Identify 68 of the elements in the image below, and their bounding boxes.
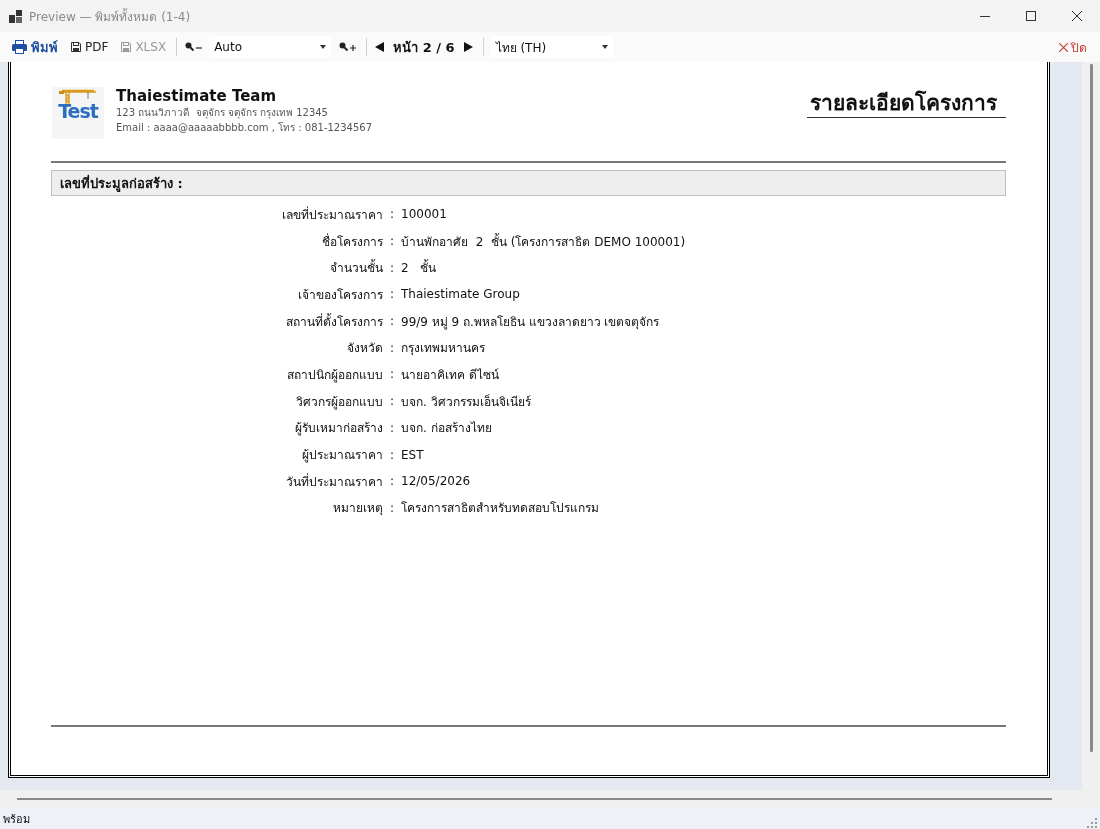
field-value: 100001 — [401, 207, 447, 222]
field-value: นายอาคิเทค ดีไซน์ — [401, 366, 499, 384]
close-preview-button[interactable]: ปิด — [1057, 36, 1089, 58]
field-value: บจก. วิศวกรรมเอ็นจิเนียร์ — [401, 393, 531, 411]
field-label: ผู้ประมาณราคา — [302, 447, 383, 465]
language-select[interactable]: ไทย (TH) — [490, 36, 613, 58]
field-colon: : — [389, 474, 394, 489]
field-label: ชื่อโครงการ — [322, 232, 383, 251]
close-icon — [1072, 11, 1082, 21]
field-label: สถาปนิกผู้ออกแบบ — [287, 366, 383, 384]
field-label: จำนวนชั้น — [330, 258, 383, 278]
caret-icon — [320, 45, 327, 49]
field-value: โครงการสาธิตสำหรับทดสอบโปรแกรม — [401, 500, 599, 518]
minimize-icon — [980, 15, 990, 17]
field-colon: : — [389, 234, 394, 249]
export-button[interactable]: PDF — [69, 36, 111, 58]
field-label: จังหวัด — [347, 340, 383, 358]
field-colon: : — [389, 314, 394, 329]
page-indicator: หน้า 2 / 6 — [393, 38, 455, 57]
field-label: เจ้าของโครงการ — [298, 286, 383, 304]
window-title: Preview — พิมพ์ทั้งหมด (1-4) — [29, 7, 191, 26]
field-colon: : — [389, 207, 394, 222]
report-title: รายละเอียดโครงการ — [807, 91, 1006, 118]
section-title: เลขที่ประมูลก่อสร้าง : — [60, 173, 183, 194]
maximize-icon — [1026, 11, 1036, 21]
field-value: บจก. ก่อสร้างไทย — [401, 420, 492, 438]
field-colon: : — [389, 287, 394, 302]
floppy-icon — [121, 42, 132, 52]
print-button[interactable]: พิมพ์ — [10, 36, 60, 58]
crane-icon — [58, 89, 98, 105]
field-value: กรุงเทพมหานคร — [401, 340, 485, 358]
field-colon: : — [389, 340, 394, 355]
scrollbar-thumb[interactable] — [17, 798, 1052, 800]
resize-grip-icon[interactable] — [1087, 817, 1097, 828]
left-triangle-icon — [375, 42, 385, 52]
field-colon: : — [389, 394, 394, 409]
field-value: 2 ชั้น — [401, 258, 437, 278]
caret-icon — [601, 45, 608, 49]
field-value: 12/05/2026 — [401, 474, 471, 489]
field-colon: : — [389, 260, 394, 275]
field-colon: : — [389, 420, 394, 435]
status-text: พร้อม — [3, 811, 30, 828]
field-label: หมายเหตุ — [333, 500, 383, 518]
field-label: วันที่ประมาณราคา — [286, 472, 383, 491]
close-icon — [1059, 42, 1068, 52]
field-label: ผู้รับเหมาก่อสร้าง — [295, 420, 383, 438]
scrollbar-thumb[interactable] — [1089, 64, 1093, 752]
field-value: บ้านพักอาศัย 2 ชั้น (โครงการสาธิต DEMO 100001) — [401, 232, 686, 251]
field-label: เลขที่ประมาณราคา — [282, 205, 383, 224]
field-value: Thaiestimate Group — [401, 287, 520, 302]
right-triangle-icon — [463, 42, 473, 52]
floppy-icon — [71, 42, 81, 52]
logo-text: Test — [58, 101, 98, 121]
field-value: 99/9 หมู่ 9 ถ.พหลโยธิน แขวงลาดยาว เขตจตุจักร — [401, 313, 660, 331]
zoom-out-icon — [185, 42, 203, 52]
company-address: 123 ถนนวิภาวดี จตุจักร จตุจักร กรุงเทพ 12345 — [116, 106, 329, 120]
zoom-select[interactable]: Auto — [209, 36, 332, 58]
field-label: สถานที่ตั้งโครงการ — [286, 312, 383, 331]
field-value: EST — [401, 447, 424, 462]
field-label: วิศวกรผู้ออกแบบ — [296, 393, 383, 411]
field-colon: : — [389, 367, 394, 382]
field-colon: : — [389, 447, 394, 462]
field-colon: : — [389, 500, 394, 515]
company-name: Thaiestimate Team — [116, 87, 278, 105]
zoom-in-icon — [339, 42, 357, 52]
printer-icon — [12, 40, 27, 54]
company-contact: Email : aaaa@aaaaabbbb.com , โทร : 081-1234567 — [116, 121, 373, 135]
app-icon — [9, 9, 22, 23]
